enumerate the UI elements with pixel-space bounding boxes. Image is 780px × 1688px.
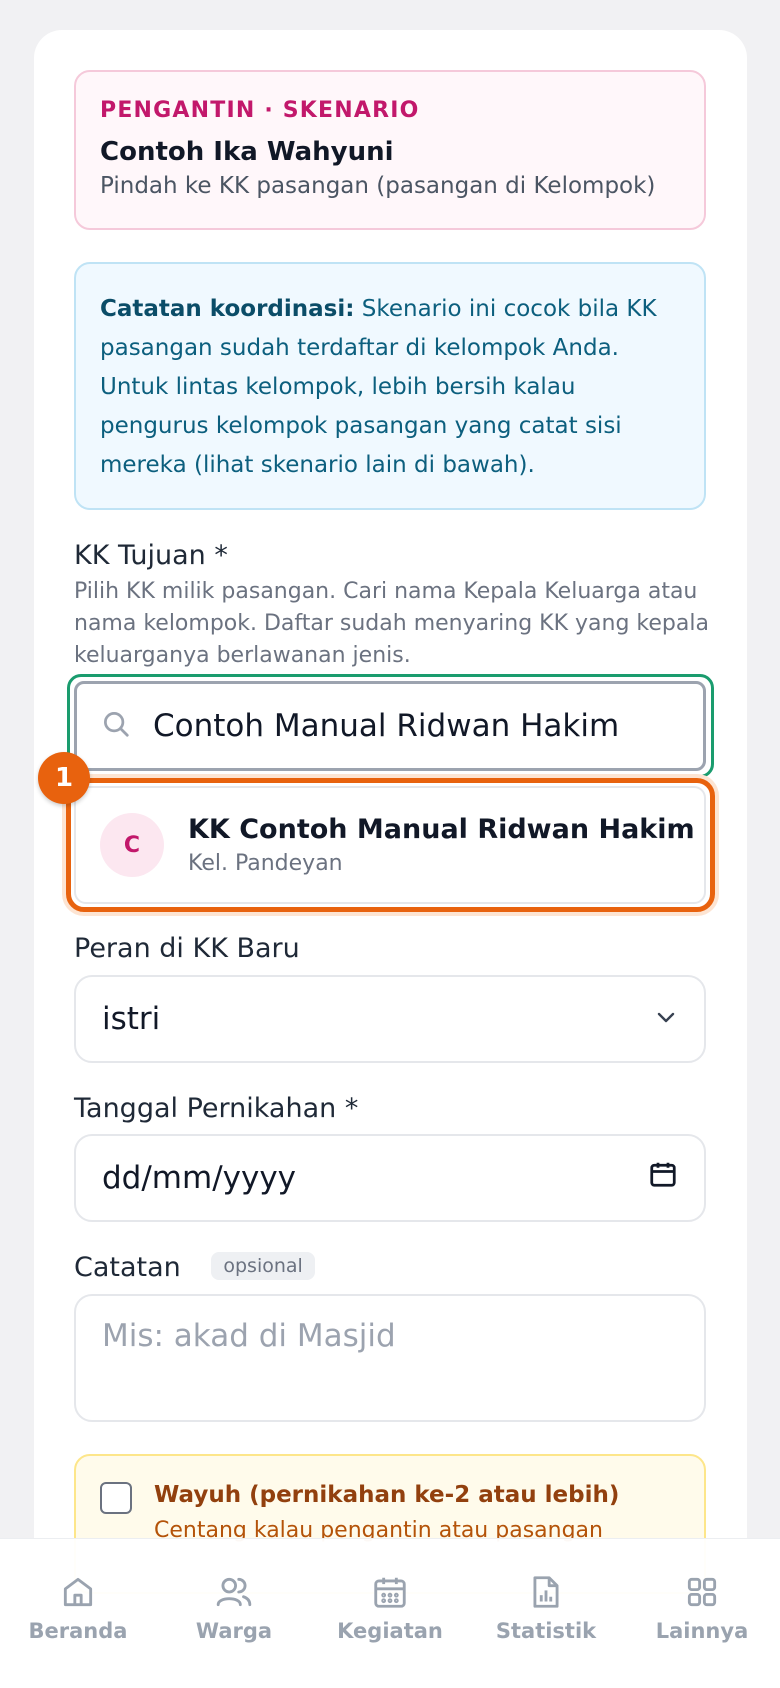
nav-beranda[interactable]: Beranda <box>0 1539 156 1688</box>
nav-statistik[interactable]: Statistik <box>468 1539 624 1688</box>
result-group: Kel. Pandeyan <box>188 851 343 876</box>
scenario-header: PENGANTIN · SKENARIO Contoh Ika Wahyuni … <box>74 70 706 230</box>
search-value: Contoh Manual Ridwan Hakim <box>153 708 620 744</box>
nav-lainnya[interactable]: Lainnya <box>624 1539 780 1688</box>
wayuh-title: Wayuh (pernikahan ke-2 atau lebih) <box>154 1482 620 1508</box>
wedding-date-input[interactable]: dd/mm/yyyy <box>74 1134 706 1222</box>
chevron-down-icon <box>654 1001 678 1037</box>
nav-label: Lainnya <box>655 1619 749 1643</box>
optional-tag: opsional <box>211 1251 315 1280</box>
calendar-icon[interactable] <box>648 1159 678 1197</box>
result-name: KK Contoh Manual Ridwan Hakim <box>188 814 695 845</box>
note-label: Catatan koordinasi: <box>100 296 355 322</box>
wayuh-checkbox[interactable] <box>100 1482 132 1514</box>
calendar-icon <box>374 1577 406 1608</box>
coordination-note: Catatan koordinasi: Skenario ini cocok b… <box>74 262 706 510</box>
catatan-textarea[interactable]: Mis: akad di Masjid <box>74 1294 706 1422</box>
catatan-placeholder: Mis: akad di Masjid <box>102 1318 396 1354</box>
peran-value: istri <box>102 1001 161 1037</box>
chart-icon <box>533 1576 559 1608</box>
catatan-label: Catatan <box>74 1252 181 1283</box>
nav-label: Statistik <box>495 1619 597 1643</box>
home-icon <box>63 1577 93 1607</box>
nav-label: Warga <box>195 1619 273 1643</box>
nav-label: Beranda <box>28 1619 128 1643</box>
users-icon <box>216 1577 252 1607</box>
nav-kegiatan[interactable]: Kegiatan <box>312 1539 468 1688</box>
search-icon <box>101 709 131 743</box>
kk-search-input[interactable]: Contoh Manual Ridwan Hakim <box>74 681 706 771</box>
peran-label: Peran di KK Baru <box>74 933 300 964</box>
grid-icon <box>687 1577 717 1607</box>
bottom-nav: Beranda Warga Kegiatan Statistik Lainnya <box>0 1538 780 1688</box>
scenario-subtitle: Pindah ke KK pasangan (pasangan di Kelom… <box>100 173 656 199</box>
peran-select[interactable]: istri <box>74 975 706 1063</box>
avatar: C <box>100 813 164 877</box>
nav-warga[interactable]: Warga <box>156 1539 312 1688</box>
date-placeholder: dd/mm/yyyy <box>102 1160 297 1196</box>
scenario-eyebrow: PENGANTIN · SKENARIO <box>100 98 420 123</box>
kk-result-option[interactable]: C KK Contoh Manual Ridwan Hakim Kel. Pan… <box>74 786 706 904</box>
note-text: Skenario ini cocok bila KK pasangan suda… <box>100 296 657 478</box>
tanggal-label: Tanggal Pernikahan * <box>74 1093 359 1124</box>
kk-tujuan-helper: Pilih KK milik pasangan. Cari nama Kepal… <box>74 579 709 668</box>
kk-tujuan-label: KK Tujuan * <box>74 540 228 571</box>
bride-name: Contoh Ika Wahyuni <box>100 137 394 167</box>
step-badge: 1 <box>38 752 90 804</box>
catatan-label-row: Catatan opsional <box>74 1251 315 1283</box>
nav-label: Kegiatan <box>337 1619 443 1643</box>
